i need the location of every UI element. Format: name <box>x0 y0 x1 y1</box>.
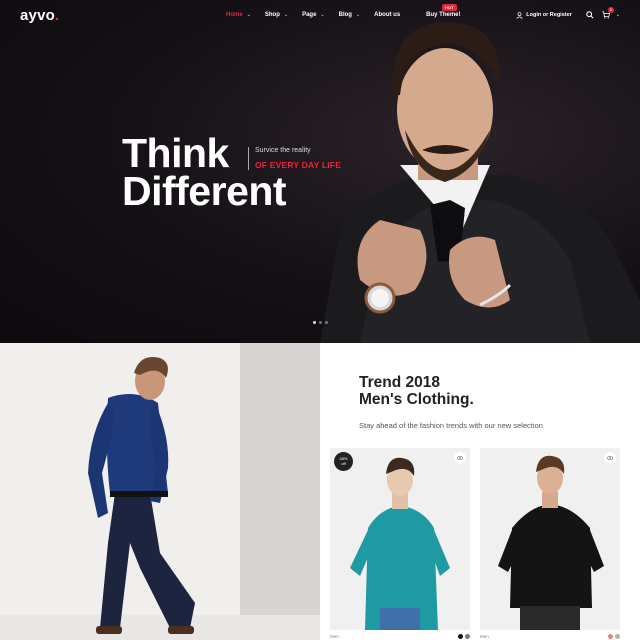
product-card[interactable]: 45% off <box>330 448 470 630</box>
leaning-model-image <box>88 357 195 634</box>
main-nav: Home ⌄ Shop ⌄ Page ⌄ Blog ⌄ About us Buy The… <box>226 4 475 18</box>
cart-button[interactable]: 0 ⌄ <box>602 7 620 19</box>
eye-icon <box>457 456 463 460</box>
nav-item-home[interactable]: Home ⌄ <box>226 12 251 18</box>
trend-section: Trend 2018 Men's Clothing. Stay ahead of… <box>320 343 640 640</box>
promo-model-panel <box>0 343 320 640</box>
header-actions: Login or Register 0 ⌄ <box>516 7 620 19</box>
tagline-sub: Survice the reality <box>255 147 311 154</box>
slider-dot[interactable] <box>313 321 316 324</box>
hero-tagline: Survice the reality OF EVERY DAY LIFE <box>248 147 341 170</box>
product-image <box>498 455 604 630</box>
login-label: Login or Register <box>526 12 572 18</box>
wishlist-button[interactable] <box>454 452 466 464</box>
swatch[interactable] <box>458 634 463 639</box>
hero-banner: ayvo. Home ⌄ Shop ⌄ Page ⌄ Blog ⌄ About us B… <box>0 0 640 343</box>
swatch[interactable] <box>465 634 470 639</box>
eye-icon <box>607 456 613 460</box>
hot-badge: HOT <box>442 4 457 11</box>
nav-item-about[interactable]: About us <box>374 12 400 18</box>
brand-logo[interactable]: ayvo. <box>20 7 59 24</box>
slider-dots <box>313 321 328 324</box>
trend-title-line-1: Trend 2018 <box>359 374 440 391</box>
tagline-main: OF EVERY DAY LIFE <box>255 160 342 170</box>
slider-dot[interactable] <box>325 321 328 324</box>
product-category[interactable]: Men <box>480 634 489 639</box>
search-icon[interactable] <box>586 11 594 19</box>
trend-subtitle: Stay ahead of the fashion trends with ou… <box>359 421 543 430</box>
swatch[interactable] <box>615 634 620 639</box>
cart-count-badge: 0 <box>607 7 614 13</box>
product-category[interactable]: Men <box>330 634 339 639</box>
wishlist-button[interactable] <box>604 452 616 464</box>
headline-line-2: Different <box>122 168 287 214</box>
chevron-down-icon: ⌄ <box>320 12 325 18</box>
product-meta: Men <box>480 634 620 639</box>
color-swatches <box>458 634 470 639</box>
user-icon <box>516 11 523 19</box>
swatch[interactable] <box>608 634 613 639</box>
trend-title-line-2: Men's Clothing. <box>359 391 474 408</box>
slider-dot[interactable] <box>319 321 322 324</box>
trend-title: Trend 2018 Men's Clothing. <box>359 374 474 408</box>
site-header: ayvo. Home ⌄ Shop ⌄ Page ⌄ Blog ⌄ About us B… <box>0 0 640 32</box>
product-meta: Men <box>330 634 470 639</box>
nav-item-buy-theme[interactable]: Buy Theme! HOT <box>426 4 461 18</box>
color-swatches <box>608 634 620 639</box>
product-card[interactable] <box>480 448 620 630</box>
chevron-down-icon: ⌄ <box>615 12 620 18</box>
product-image <box>350 457 450 630</box>
chevron-down-icon: ⌄ <box>355 12 361 18</box>
discount-badge: 45% off <box>334 452 353 471</box>
hero-headline: Think Different <box>122 133 287 214</box>
nav-item-shop[interactable]: Shop ⌄ <box>265 12 288 18</box>
login-register-link[interactable]: Login or Register <box>516 11 572 19</box>
nav-item-page[interactable]: Page ⌄ <box>302 12 325 18</box>
nav-item-blog[interactable]: Blog ⌄ <box>339 12 361 18</box>
chevron-down-icon: ⌄ <box>283 12 289 18</box>
hero-model-image <box>320 21 640 343</box>
chevron-down-icon: ⌄ <box>246 12 251 18</box>
